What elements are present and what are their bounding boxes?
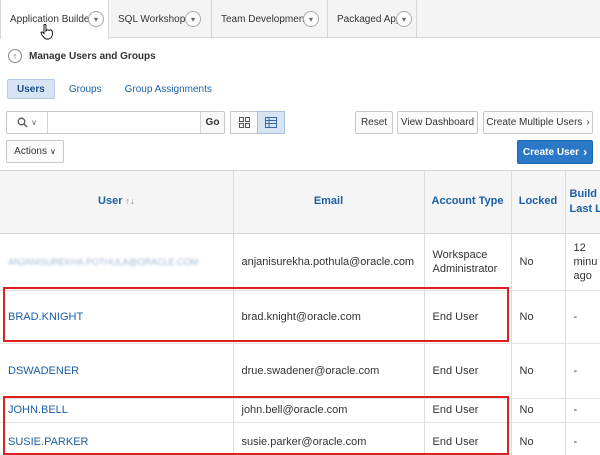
- table-row: BRAD.KNIGHT brad.knight@oracle.com End U…: [0, 290, 600, 344]
- create-multiple-users-label: Create Multiple Users: [486, 117, 583, 128]
- reset-button[interactable]: Reset: [355, 111, 393, 134]
- subtabs: Users Groups Group Assignments: [7, 79, 226, 99]
- chevron-down-icon: ∨: [31, 118, 37, 127]
- last-login-cell: -: [565, 290, 600, 344]
- actions-label: Actions: [14, 146, 47, 157]
- column-header-last-login[interactable]: Build Last Log: [565, 171, 600, 234]
- tab-packaged-apps[interactable]: Packaged Apps ▾: [328, 0, 417, 38]
- account-type-cell: End User: [424, 343, 512, 399]
- tab-groups[interactable]: Groups: [60, 79, 111, 99]
- view-dashboard-button[interactable]: View Dashboard: [397, 111, 478, 134]
- account-type-cell: End User: [424, 398, 512, 423]
- tab-label: Team Development: [221, 13, 308, 25]
- column-header-email[interactable]: Email: [233, 171, 425, 234]
- tab-team-development[interactable]: Team Development ▾: [212, 0, 328, 38]
- user-link[interactable]: JOHN.BELL: [0, 398, 234, 423]
- users-table: User ↑↓ Email Account Type Locked Build L…: [0, 171, 600, 455]
- last-login-cell: 12 minu ago: [565, 233, 600, 291]
- create-user-label: Create User: [522, 146, 580, 158]
- email-cell: anjanisurekha.pothula@oracle.com: [233, 233, 425, 291]
- column-header-label: User: [98, 195, 123, 208]
- chevron-down-icon[interactable]: ▾: [396, 11, 412, 27]
- sort-ascending-icon: ↑↓: [125, 196, 135, 207]
- user-link[interactable]: ANJANISUREKHA.POTHULA@ORACLE.COM: [0, 233, 234, 291]
- hand-cursor-icon: [40, 24, 53, 40]
- column-header-user[interactable]: User ↑↓: [0, 171, 234, 234]
- top-navigation: Application Builder ▾ SQL Workshop ▾ Tea…: [0, 0, 600, 40]
- icon-view-button[interactable]: [230, 111, 258, 134]
- tab-application-builder[interactable]: Application Builder ▾: [0, 0, 109, 39]
- table-row: ANJANISUREKHA.POTHULA@ORACLE.COM anjanis…: [0, 233, 600, 291]
- last-login-cell: -: [565, 422, 600, 455]
- table-view-icon: [265, 117, 277, 128]
- search-bar: ∨ Go: [6, 111, 225, 134]
- tab-users[interactable]: Users: [7, 79, 55, 99]
- email-cell: brad.knight@oracle.com: [233, 290, 425, 344]
- table-row: SUSIE.PARKER susie.parker@oracle.com End…: [0, 422, 600, 455]
- go-button[interactable]: Go: [200, 112, 224, 133]
- account-type-cell: End User: [424, 422, 512, 455]
- page-title: Manage Users and Groups: [29, 50, 156, 62]
- grid-view-icon: [238, 117, 250, 128]
- email-cell: drue.swadener@oracle.com: [233, 343, 425, 399]
- search-input[interactable]: [48, 112, 200, 133]
- locked-cell: No: [511, 422, 566, 455]
- column-header-locked[interactable]: Locked: [511, 171, 566, 234]
- user-link[interactable]: SUSIE.PARKER: [0, 422, 234, 455]
- users-report: User ↑↓ Email Account Type Locked Build L…: [0, 170, 600, 455]
- chevron-right-icon: ›: [586, 117, 590, 128]
- table-header-row: User ↑↓ Email Account Type Locked Build L…: [0, 171, 600, 234]
- chevron-right-icon: ›: [583, 145, 588, 159]
- tab-sql-workshop[interactable]: SQL Workshop ▾: [109, 0, 212, 38]
- locked-cell: No: [511, 233, 566, 291]
- tab-label: SQL Workshop: [118, 13, 186, 25]
- last-login-cell: -: [565, 398, 600, 423]
- chevron-down-icon[interactable]: ▾: [303, 11, 319, 27]
- table-row: DSWADENER drue.swadener@oracle.com End U…: [0, 343, 600, 399]
- column-header-account-type[interactable]: Account Type: [424, 171, 512, 234]
- chevron-down-icon[interactable]: ▾: [185, 11, 201, 27]
- tab-group-assignments[interactable]: Group Assignments: [116, 79, 221, 99]
- email-cell: susie.parker@oracle.com: [233, 422, 425, 455]
- actions-menu-button[interactable]: Actions ∨: [6, 140, 64, 163]
- chevron-down-icon: ∨: [49, 147, 56, 156]
- user-link[interactable]: DSWADENER: [0, 343, 234, 399]
- last-login-cell: -: [565, 343, 600, 399]
- chevron-down-icon[interactable]: ▾: [88, 11, 104, 27]
- breadcrumb: ↑ Manage Users and Groups: [8, 47, 156, 65]
- email-cell: john.bell@oracle.com: [233, 398, 425, 423]
- search-icon: [17, 117, 28, 128]
- report-view-button[interactable]: [257, 111, 285, 134]
- locked-cell: No: [511, 343, 566, 399]
- create-multiple-users-button[interactable]: Create Multiple Users ›: [483, 111, 593, 134]
- locked-cell: No: [511, 290, 566, 344]
- search-column-selector[interactable]: ∨: [7, 112, 48, 133]
- up-arrow-icon[interactable]: ↑: [8, 49, 22, 63]
- account-type-cell: Workspace Administrator: [424, 233, 512, 291]
- locked-cell: No: [511, 398, 566, 423]
- user-link[interactable]: BRAD.KNIGHT: [0, 290, 234, 344]
- create-user-button[interactable]: Create User ›: [517, 140, 593, 164]
- table-row: JOHN.BELL john.bell@oracle.com End User …: [0, 398, 600, 423]
- account-type-cell: End User: [424, 290, 512, 344]
